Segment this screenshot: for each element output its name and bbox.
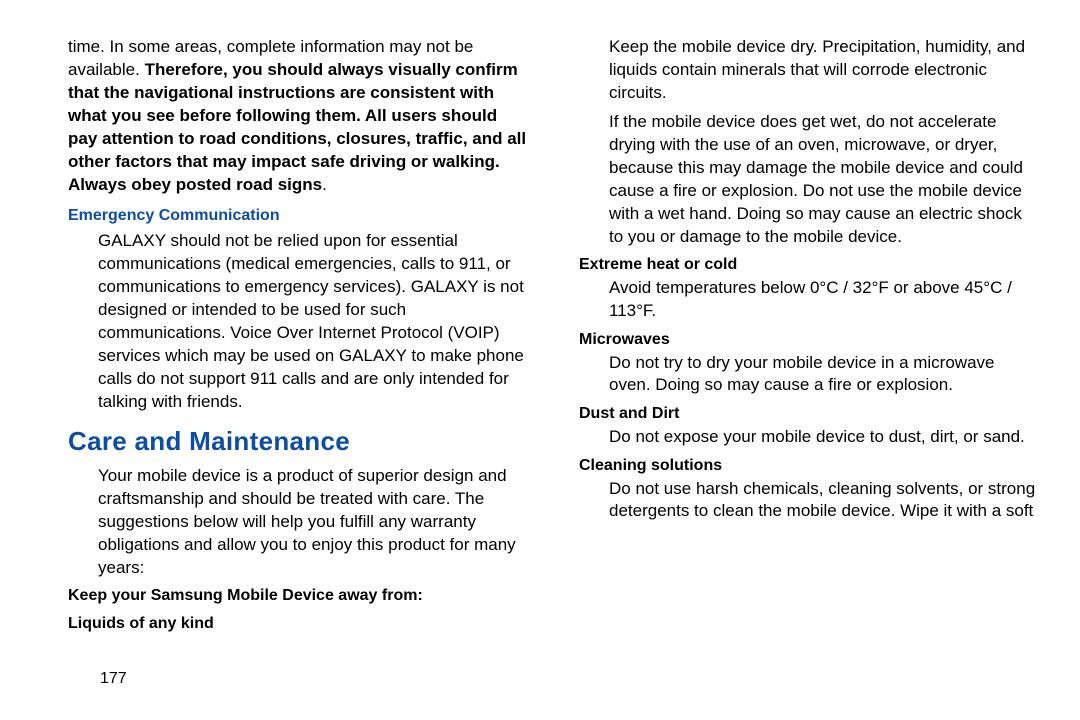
dust-body: Do not expose your mobile device to dust…	[609, 426, 1040, 449]
heat-title: Extreme heat or cold	[579, 254, 1040, 276]
care-heading: Care and Maintenance	[68, 424, 529, 459]
emergency-body: GALAXY should not be relied upon for ess…	[98, 230, 529, 414]
microwave-title: Microwaves	[579, 329, 1040, 351]
document-body: time. In some areas, complete informatio…	[68, 36, 1040, 656]
keep-away-heading: Keep your Samsung Mobile Device away fro…	[68, 585, 529, 607]
dust-title: Dust and Dirt	[579, 403, 1040, 425]
cleaning-title: Cleaning solutions	[579, 455, 1040, 477]
liquids-title: Liquids of any kind	[68, 613, 529, 635]
cleaning-body: Do not use harsh chemicals, cleaning sol…	[609, 478, 1040, 524]
care-body: Your mobile device is a product of super…	[98, 465, 529, 580]
microwave-body: Do not try to dry your mobile device in …	[609, 352, 1040, 398]
intro-paragraph: time. In some areas, complete informatio…	[68, 36, 529, 197]
heat-body: Avoid temperatures below 0°C / 32°F or a…	[609, 277, 1040, 323]
liquids-p1: Keep the mobile device dry. Precipitatio…	[609, 36, 1040, 105]
liquids-p2: If the mobile device does get wet, do no…	[609, 111, 1040, 249]
intro-bold: Therefore, you should always visually co…	[68, 60, 526, 194]
page-number: 177	[100, 668, 127, 690]
intro-post: .	[322, 175, 327, 194]
emergency-heading: Emergency Communication	[68, 205, 529, 227]
